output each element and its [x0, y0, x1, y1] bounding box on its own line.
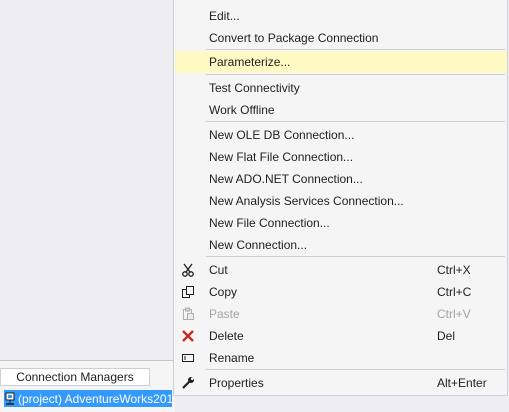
menu-item-copy[interactable]: Copy Ctrl+C — [174, 281, 507, 303]
rename-icon — [180, 350, 196, 366]
connection-managers-tab[interactable]: Connection Managers — [0, 368, 150, 386]
menu-item-convert-to-package-connection[interactable]: Convert to Package Connection — [174, 27, 507, 49]
menu-item-cut[interactable]: Cut Ctrl+X — [174, 259, 507, 281]
connection-icon — [4, 391, 16, 407]
menu-item-test-connectivity[interactable]: Test Connectivity — [174, 77, 507, 99]
delete-x-icon — [180, 328, 196, 344]
menu-item-work-offline[interactable]: Work Offline — [174, 99, 507, 121]
menu-item-edit[interactable]: Edit... — [174, 5, 507, 27]
menu-item-new-flat-file-connection[interactable]: New Flat File Connection... — [174, 146, 507, 168]
menu-item-shortcut: Ctrl+C — [437, 285, 472, 299]
menu-item-label: Work Offline — [209, 103, 275, 117]
menu-item-new-adonet-connection[interactable]: New ADO.NET Connection... — [174, 168, 507, 190]
menu-item-label: Convert to Package Connection — [209, 31, 379, 45]
menu-separator — [206, 74, 505, 75]
menu-item-label: Paste — [209, 307, 240, 321]
menu-item-label: Delete — [209, 329, 244, 343]
menu-item-label: New ADO.NET Connection... — [209, 172, 363, 186]
menu-item-shortcut: Del — [437, 329, 456, 343]
menu-item-label: Properties — [209, 376, 264, 390]
menu-item-label: New Connection... — [209, 238, 308, 252]
connection-managers-tab-label: Connection Managers — [16, 370, 134, 384]
menu-item-label: New Flat File Connection... — [209, 150, 354, 164]
menu-item-new-analysis-services-connection[interactable]: New Analysis Services Connection... — [174, 190, 507, 212]
menu-item-new-ole-db-connection[interactable]: New OLE DB Connection... — [174, 124, 507, 146]
menu-item-shortcut: Ctrl+V — [437, 307, 471, 321]
menu-item-shortcut: Alt+Enter — [437, 376, 487, 390]
menu-item-new-file-connection[interactable]: New File Connection... — [174, 212, 507, 234]
scissors-icon — [180, 262, 196, 278]
menu-item-label: Rename — [209, 351, 255, 365]
menu-item-shortcut: Ctrl+X — [437, 263, 471, 277]
menu-item-delete[interactable]: Delete Del — [174, 325, 507, 347]
menu-item-label: Test Connectivity — [209, 81, 300, 95]
menu-item-rename[interactable]: Rename — [174, 347, 507, 369]
menu-separator — [206, 369, 505, 370]
menu-separator — [206, 121, 505, 122]
menu-item-label: New OLE DB Connection... — [209, 128, 355, 142]
menu-item-label: New Analysis Services Connection... — [209, 194, 404, 208]
menu-item-label: Parameterize... — [209, 55, 291, 69]
menu-item-properties[interactable]: Properties Alt+Enter — [174, 372, 507, 394]
copy-icon — [180, 284, 196, 300]
connection-manager-item-label: (project) AdventureWorks2016 — [18, 391, 172, 406]
menu-item-paste[interactable]: Paste Ctrl+V — [174, 303, 507, 325]
menu-item-label: Cut — [209, 263, 228, 277]
menu-item-parameterize[interactable]: Parameterize... — [175, 51, 507, 73]
menu-separator — [206, 256, 505, 257]
menu-item-label: New File Connection... — [209, 216, 330, 230]
paste-icon — [180, 306, 196, 322]
menu-item-new-connection[interactable]: New Connection... — [174, 234, 507, 256]
menu-separator — [206, 49, 505, 50]
context-menu: Edit... Convert to Package Connection Pa… — [173, 0, 508, 396]
menu-item-label: Copy — [209, 285, 238, 299]
wrench-icon — [180, 375, 196, 391]
menu-item-label: Edit... — [209, 9, 240, 23]
connection-manager-item[interactable]: (project) AdventureWorks2016 — [4, 390, 172, 407]
